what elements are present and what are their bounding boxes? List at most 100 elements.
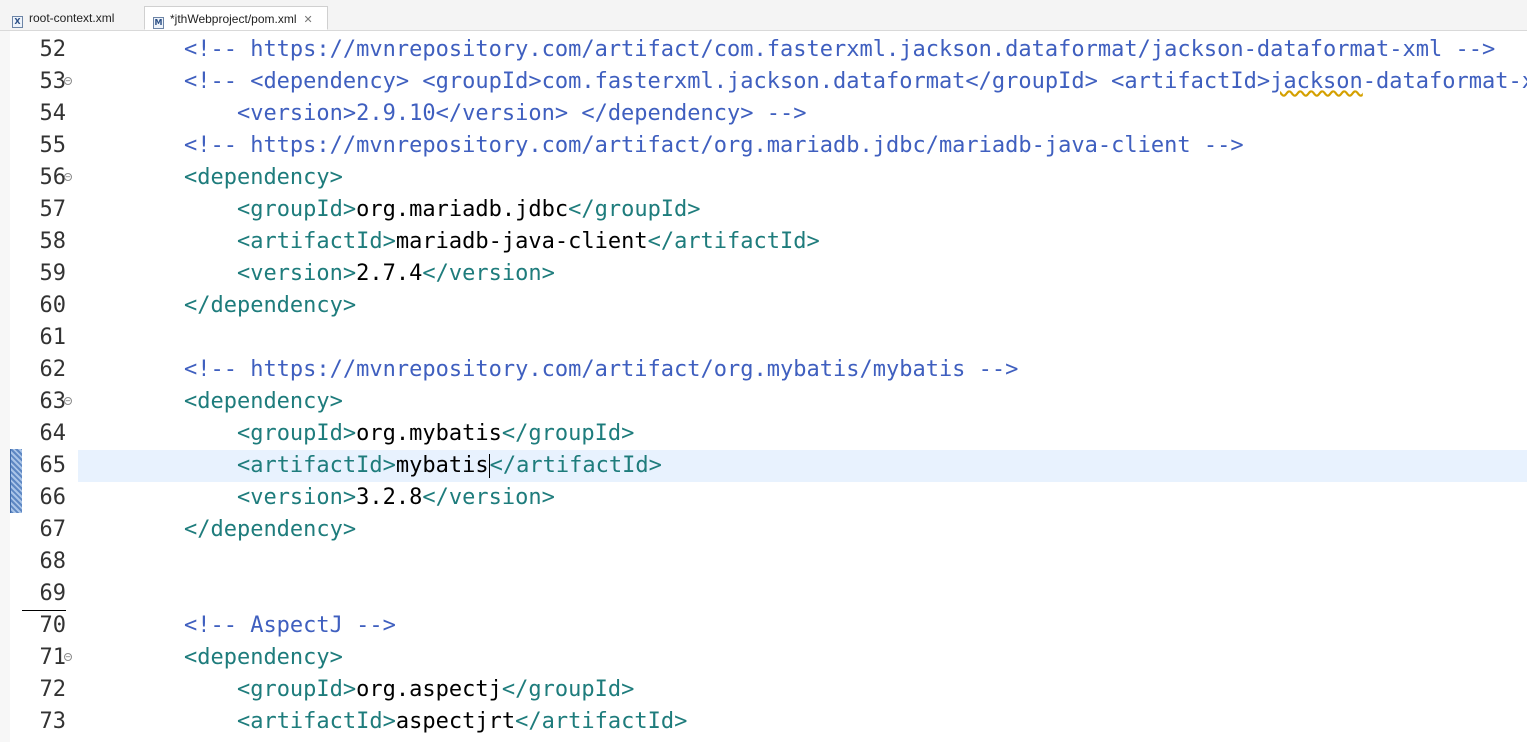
xml-comment: -dataformat-xml</artifactId> xyxy=(1362,69,1527,94)
xml-comment: <!-- https://mvnrepository.com/artifact/… xyxy=(183,357,1019,382)
xml-text: mybatis xyxy=(395,453,489,478)
xml-tag: </groupId> xyxy=(568,197,701,222)
code-line[interactable]: 54 <version>2.9.10</version> </dependenc… xyxy=(0,98,1527,130)
code-line[interactable]: 57 <groupId>org.mariadb.jdbc</groupId> xyxy=(0,194,1527,226)
xml-tag: <artifactId> xyxy=(236,453,396,478)
code-text[interactable] xyxy=(78,322,1527,354)
xml-tag: </dependency> xyxy=(183,517,357,542)
fold-collapse-icon[interactable]: − xyxy=(64,653,72,661)
code-text[interactable]: <groupId>org.mariadb.jdbc</groupId> xyxy=(78,194,1527,226)
fold-collapse-icon[interactable]: − xyxy=(64,397,72,405)
line-number: 62 xyxy=(39,357,67,382)
code-line[interactable]: 69 xyxy=(0,578,1527,611)
code-text[interactable]: <groupId>org.aspectj</groupId> xyxy=(78,674,1527,706)
code-text[interactable]: <version>2.7.4</version> xyxy=(78,258,1527,290)
code-text[interactable] xyxy=(78,578,1527,610)
close-icon[interactable]: ✕ xyxy=(304,8,313,32)
tab-label: root-context.xml xyxy=(29,11,115,25)
xml-comment: <!-- https://mvnrepository.com/artifact/… xyxy=(183,133,1244,158)
xml-comment: <version>2.9.10</version> </dependency> … xyxy=(236,101,807,126)
code-text[interactable]: </dependency> xyxy=(78,290,1527,322)
xml-text: org.mariadb.jdbc xyxy=(356,197,569,222)
xml-tag: </version> xyxy=(422,261,555,286)
xml-tag: <artifactId> xyxy=(236,229,396,254)
xml-text: aspectjrt xyxy=(395,709,516,734)
code-line[interactable]: 71− <dependency> xyxy=(0,642,1527,674)
xml-tag: </artifactId> xyxy=(647,229,820,254)
xml-comment: <!-- <dependency> <groupId>com.fasterxml… xyxy=(183,69,1271,94)
code-text[interactable]: <!-- AspectJ --> xyxy=(78,610,1527,642)
xml-source-editor[interactable]: 52 <!-- https://mvnrepository.com/artifa… xyxy=(0,31,1527,742)
code-text[interactable]: <dependency> xyxy=(78,162,1527,194)
xml-tag: </artifactId> xyxy=(515,709,688,734)
code-text[interactable] xyxy=(78,546,1527,578)
line-number: 59 xyxy=(39,261,67,286)
line-number: 64 xyxy=(39,421,67,446)
line-number: 66 xyxy=(39,485,67,510)
tab-pom-xml[interactable]: M *jthWebproject/pom.xml ✕ xyxy=(144,6,328,30)
code-text[interactable]: <!-- https://mvnrepository.com/artifact/… xyxy=(78,130,1527,162)
fold-collapse-icon[interactable]: − xyxy=(64,173,72,181)
code-line[interactable]: 65 <artifactId>mybatis</artifactId> xyxy=(0,450,1527,482)
xml-tag: <version> xyxy=(236,261,357,286)
code-text[interactable]: <version>2.9.10</version> </dependency> … xyxy=(78,98,1527,130)
xml-comment: <!-- https://mvnrepository.com/artifact/… xyxy=(183,37,1496,62)
line-number: 70 xyxy=(39,613,67,638)
xml-tag: <artifactId> xyxy=(236,709,396,734)
code-text[interactable]: </dependency> xyxy=(78,514,1527,546)
xml-tag: </version> xyxy=(422,485,555,510)
code-line[interactable]: 59 <version>2.7.4</version> xyxy=(0,258,1527,290)
xml-text: 2.7.4 xyxy=(356,261,423,286)
line-number: 68 xyxy=(39,549,67,574)
code-line[interactable]: 60 </dependency> xyxy=(0,290,1527,322)
xml-text: org.mybatis xyxy=(356,421,502,446)
code-line[interactable]: 66 <version>3.2.8</version> xyxy=(0,482,1527,514)
code-text[interactable]: <groupId>org.mybatis</groupId> xyxy=(78,418,1527,450)
code-line[interactable]: 55 <!-- https://mvnrepository.com/artifa… xyxy=(0,130,1527,162)
code-line[interactable]: 70 <!-- AspectJ --> xyxy=(0,610,1527,642)
line-number: 69 xyxy=(22,578,66,611)
xml-tag: <dependency> xyxy=(183,165,343,190)
line-number: 55 xyxy=(39,133,67,158)
line-number: 56 xyxy=(39,165,67,190)
xml-tag: <dependency> xyxy=(183,389,343,414)
code-line[interactable]: 56− <dependency> xyxy=(0,162,1527,194)
code-line[interactable]: 68 xyxy=(0,546,1527,578)
xml-tag: <groupId> xyxy=(236,421,357,446)
line-number: 73 xyxy=(39,709,67,734)
code-line[interactable]: 67 </dependency> xyxy=(0,514,1527,546)
xml-tag: </groupId> xyxy=(501,677,635,702)
code-line[interactable]: 58 <artifactId>mariadb-java-client</arti… xyxy=(0,226,1527,258)
xml-tag: <dependency> xyxy=(183,645,343,670)
code-text[interactable]: <dependency> xyxy=(78,386,1527,418)
code-line[interactable]: 63− <dependency> xyxy=(0,386,1527,418)
code-text[interactable]: <!-- https://mvnrepository.com/artifact/… xyxy=(78,354,1527,386)
code-line[interactable]: 73 <artifactId>aspectjrt</artifactId> xyxy=(0,706,1527,738)
xml-text: 3.2.8 xyxy=(356,485,423,510)
tab-root-context-xml[interactable]: Xroot-context.xml xyxy=(0,6,142,30)
code-text[interactable]: <dependency> xyxy=(78,642,1527,674)
line-number: 65 xyxy=(39,453,67,478)
code-text[interactable]: <artifactId>aspectjrt</artifactId> xyxy=(78,706,1527,738)
code-line[interactable]: 64 <groupId>org.mybatis</groupId> xyxy=(0,418,1527,450)
code-line[interactable]: 72 <groupId>org.aspectj</groupId> xyxy=(0,674,1527,706)
maven-pom-file-icon: M xyxy=(153,17,164,29)
fold-collapse-icon[interactable]: − xyxy=(64,77,72,85)
code-line[interactable]: 53− <!-- <dependency> <groupId>com.faste… xyxy=(0,66,1527,98)
line-number: 60 xyxy=(39,293,67,318)
line-number: 61 xyxy=(39,325,67,350)
code-text[interactable]: <version>3.2.8</version> xyxy=(78,482,1527,514)
code-text[interactable]: <artifactId>mybatis</artifactId> xyxy=(78,450,1527,482)
xml-tag: <groupId> xyxy=(236,677,357,702)
xml-tag: <version> xyxy=(236,485,357,510)
xml-tag: </groupId> xyxy=(501,421,635,446)
line-number: 57 xyxy=(39,197,67,222)
xml-comment: <!-- AspectJ --> xyxy=(183,613,396,638)
code-text[interactable]: <artifactId>mariadb-java-client</artifac… xyxy=(78,226,1527,258)
code-line[interactable]: 61 xyxy=(0,322,1527,354)
xml-comment: jackson xyxy=(1270,69,1363,94)
code-text[interactable]: <!-- https://mvnrepository.com/artifact/… xyxy=(78,34,1527,66)
code-line[interactable]: 52 <!-- https://mvnrepository.com/artifa… xyxy=(0,34,1527,66)
code-text[interactable]: <!-- <dependency> <groupId>com.fasterxml… xyxy=(78,66,1527,98)
code-line[interactable]: 62 <!-- https://mvnrepository.com/artifa… xyxy=(0,354,1527,386)
